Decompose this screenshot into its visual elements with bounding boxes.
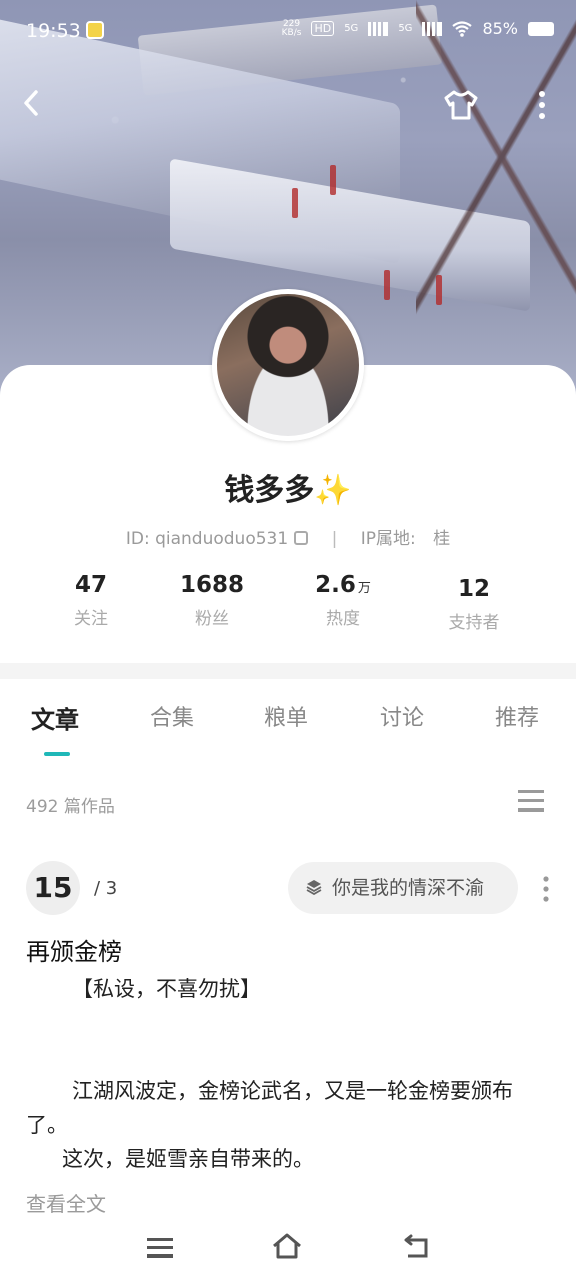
tab-indicator [44, 752, 70, 756]
back-button[interactable] [20, 88, 50, 124]
tab-discussion[interactable]: 讨论 [380, 700, 424, 732]
article-total: / 3 [94, 878, 118, 899]
stat-following[interactable]: 47 关注 [31, 572, 151, 629]
stat-value: 1688 [179, 572, 244, 598]
cover-lantern [330, 165, 336, 195]
tab-articles[interactable]: 文章 [31, 700, 79, 735]
profile-id-row: ID: qianduoduo531 | IP属地: 桂 [0, 524, 576, 549]
works-count: 492 篇作品 [26, 797, 115, 817]
stat-value: 2.6 [315, 572, 356, 598]
chevron-left-icon [24, 90, 38, 116]
stat-unit: 万 [357, 581, 371, 596]
article-line: 【私设，不喜勿扰】 [72, 977, 261, 1001]
wifi-icon [452, 20, 473, 37]
profile-tabs: 文章 合集 粮单 讨论 推荐 [0, 700, 576, 760]
article-line: 江湖风波定，金榜论武名，又是一轮金榜要颁布了。 [26, 1074, 546, 1142]
sim1-label: 5G [344, 23, 359, 34]
stat-label: 热度 [326, 609, 360, 629]
home-icon[interactable] [272, 1232, 302, 1260]
cover-lantern [436, 275, 442, 305]
avatar[interactable] [212, 289, 364, 441]
layers-icon [306, 880, 322, 895]
cover-lantern [384, 270, 390, 300]
article-line-text: 江湖风波定，金榜论武名，又是一轮金榜要颁布了。 [26, 1079, 513, 1137]
tab-collections[interactable]: 合集 [150, 700, 194, 732]
article-more-button[interactable] [540, 874, 552, 904]
article-index: 15 [26, 861, 80, 915]
tab-recommend[interactable]: 推荐 [495, 700, 539, 732]
stat-value: 12 [457, 576, 490, 602]
stat-supporters[interactable]: 12 支持者 [414, 576, 534, 633]
net-speed: 229 KB/s [281, 19, 302, 38]
series-chip[interactable]: 你是我的情深不渝 [288, 862, 518, 914]
kebab-icon [543, 876, 549, 902]
signal-icon [422, 21, 443, 36]
stat-popularity[interactable]: 2.6 万 热度 [283, 572, 403, 629]
list-icon[interactable] [518, 790, 544, 812]
signal-icon [368, 21, 389, 36]
status-bar: 19:53 229 KB/s HD 5G 5G 85% [0, 0, 576, 62]
battery-percent: 85% [482, 19, 518, 38]
stat-label: 粉丝 [195, 609, 229, 629]
copy-icon[interactable] [294, 531, 309, 545]
stat-label: 关注 [74, 609, 108, 629]
profile-name: 钱多多✨ [224, 473, 352, 508]
battery-icon [528, 21, 554, 36]
stat-followers[interactable]: 1688 粉丝 [152, 572, 272, 629]
system-nav-bar [0, 1218, 576, 1280]
article-excerpt[interactable]: 【私设，不喜勿扰】 江湖风波定，金榜论武名，又是一轮金榜要颁布了。 这次，是姬雪… [26, 972, 546, 1176]
status-indicators: 229 KB/s HD 5G 5G 85% [282, 19, 554, 38]
notification-app-icon [86, 21, 104, 39]
series-name: 你是我的情深不渝 [332, 877, 485, 899]
section-divider [0, 663, 576, 679]
menu-icon[interactable] [147, 1238, 173, 1258]
sim2-label: 5G [398, 23, 413, 34]
profile-id: ID: qianduoduo531 [125, 529, 289, 549]
net-speed-unit: KB/s [281, 27, 302, 38]
more-vertical-icon [539, 91, 545, 119]
dress-up-button[interactable] [442, 88, 482, 124]
article-title[interactable]: 再颁金榜 [26, 932, 122, 967]
ip-value: 桂 [433, 529, 451, 549]
tab-food-list[interactable]: 粮单 [264, 700, 308, 732]
back-icon[interactable] [402, 1234, 430, 1260]
more-button[interactable] [528, 88, 558, 124]
profile-stats: 47 关注 1688 粉丝 2.6 万 热度 12 支持者 [0, 572, 576, 642]
article-line: 这次，是姬雪亲自带来的。 [62, 1147, 314, 1171]
hd-badge: HD [311, 21, 335, 36]
shirt-icon [444, 90, 478, 120]
cover-lantern [292, 188, 298, 218]
stat-value: 47 [74, 572, 107, 598]
status-time: 19:53 [26, 20, 81, 42]
ip-label: IP属地: [360, 529, 416, 549]
read-more-link[interactable]: 查看全文 [26, 1188, 106, 1217]
id-separator: | [331, 529, 338, 549]
stat-label: 支持者 [448, 613, 500, 633]
